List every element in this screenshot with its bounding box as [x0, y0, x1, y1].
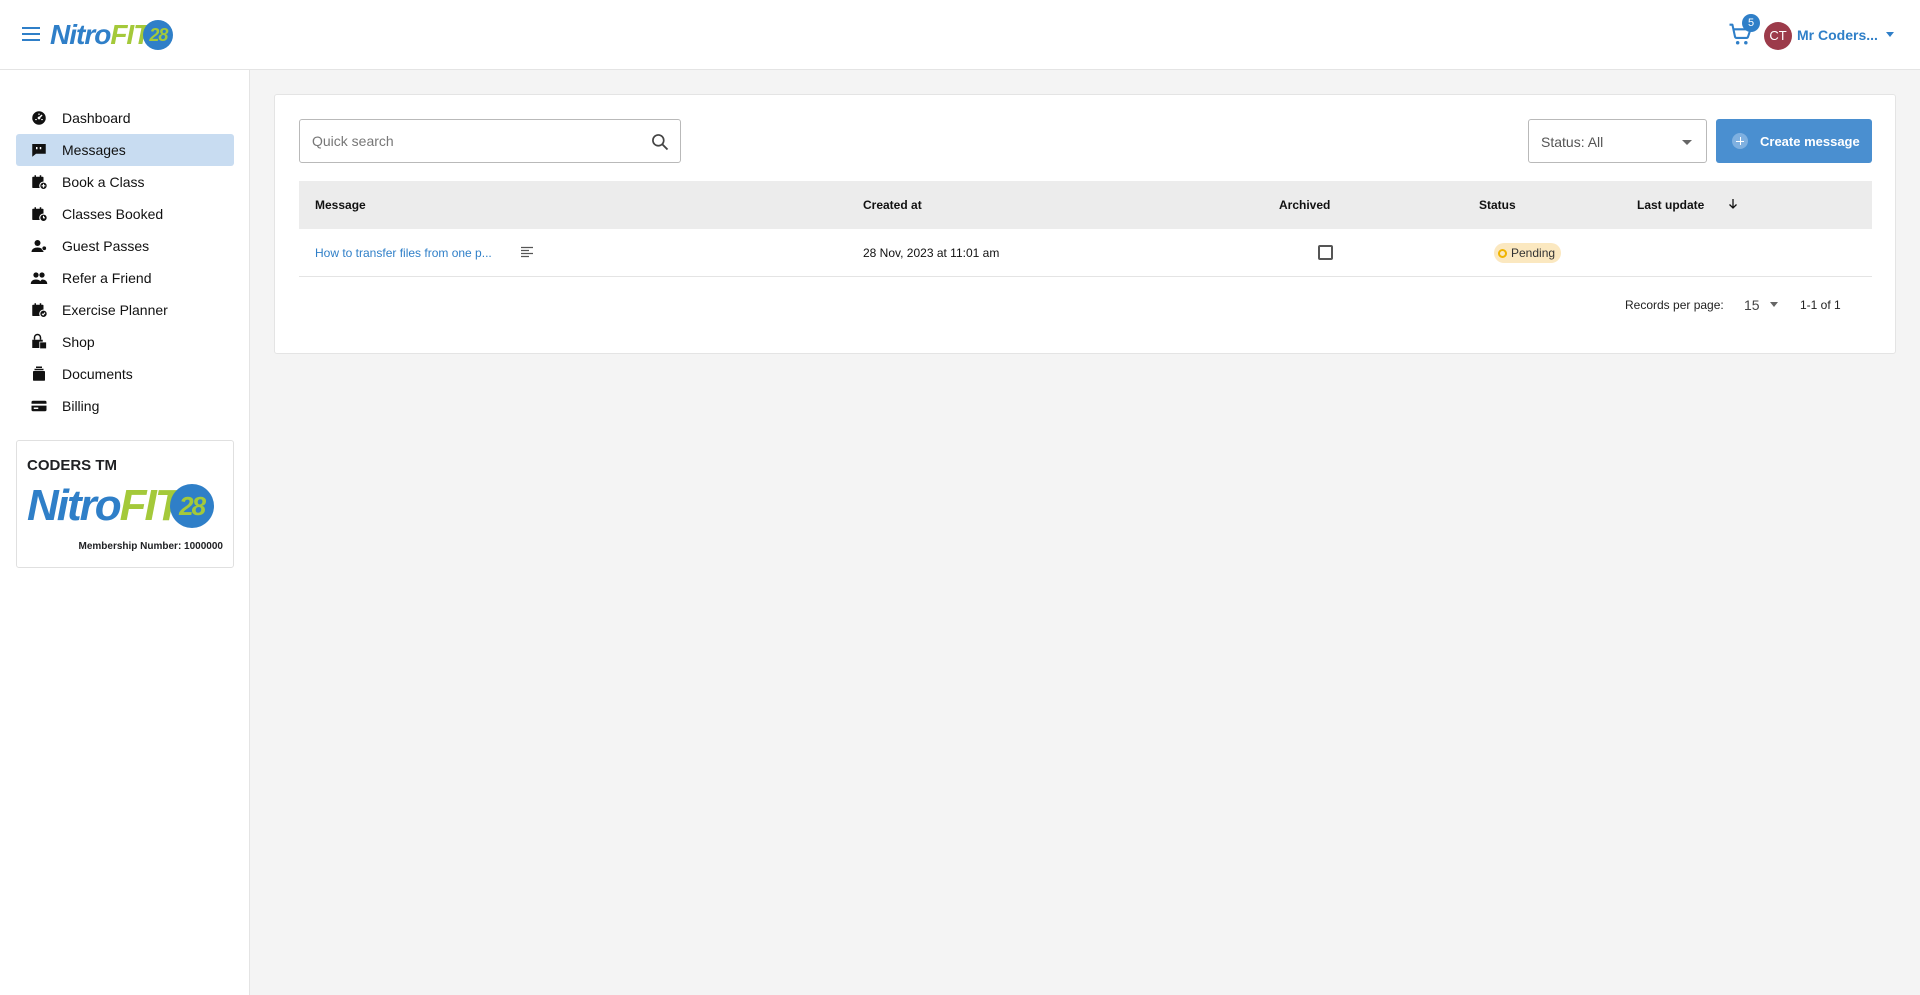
status-badge-label: Pending [1511, 246, 1556, 260]
user-menu-name[interactable]: Mr Coders... [1797, 27, 1878, 43]
sidebar: Dashboard Messages Book a Class Classes … [0, 70, 250, 995]
records-per-page-select[interactable]: 15 [1738, 291, 1782, 317]
sidebar-item-refer-a-friend[interactable]: Refer a Friend [16, 262, 234, 294]
menu-icon[interactable] [20, 24, 42, 46]
sidebar-item-label: Book a Class [62, 174, 145, 190]
sidebar-item-exercise-planner[interactable]: Exercise Planner [16, 294, 234, 326]
column-header-status[interactable]: Status [1479, 198, 1516, 212]
credit-card-icon [31, 400, 47, 412]
status-filter-value: Status: All [1541, 134, 1604, 150]
message-subject-link[interactable]: How to transfer files from one p... [315, 246, 492, 260]
calendar-plan-icon [32, 303, 48, 319]
search-box [299, 119, 681, 163]
logo-number: 28 [169, 484, 214, 528]
pagination-range: 1-1 of 1 [1800, 298, 1841, 312]
plus-circle-icon [1732, 133, 1748, 149]
column-header-archived[interactable]: Archived [1279, 198, 1330, 212]
sidebar-item-messages[interactable]: Messages [16, 134, 234, 166]
logo-number: 28 [143, 20, 174, 50]
sidebar-item-label: Billing [62, 398, 100, 414]
table-row[interactable]: How to transfer files from one p... 28 N… [299, 229, 1872, 277]
chevron-down-icon [1682, 140, 1692, 145]
archived-checkbox[interactable] [1318, 245, 1333, 260]
dashboard-icon [32, 111, 46, 125]
status-badge: Pending [1494, 243, 1562, 263]
sidebar-nav: Dashboard Messages Book a Class Classes … [16, 102, 234, 422]
documents-icon [33, 366, 45, 381]
sidebar-item-label: Classes Booked [62, 206, 164, 222]
sidebar-item-label: Dashboard [62, 110, 131, 126]
sidebar-item-shop[interactable]: Shop [16, 326, 234, 358]
people-icon [30, 272, 48, 284]
search-input[interactable] [300, 120, 640, 162]
member-name: CODERS TM [27, 457, 117, 474]
sidebar-item-documents[interactable]: Documents [16, 358, 234, 390]
avatar[interactable]: CT [1764, 22, 1792, 50]
records-per-page-value: 15 [1744, 297, 1760, 313]
sidebar-item-label: Documents [62, 366, 133, 382]
person-icon [31, 240, 47, 252]
sidebar-item-book-a-class[interactable]: Book a Class [16, 166, 234, 198]
records-per-page-label: Records per page: [1625, 298, 1724, 312]
column-header-last-update[interactable]: Last update [1637, 198, 1704, 212]
sidebar-item-guest-passes[interactable]: Guest Passes [16, 230, 234, 262]
membership-card: CODERS TM Nitro FIT 28 Membership Number: … [16, 440, 234, 568]
membership-logo: Nitro FIT 28 [27, 481, 214, 531]
top-bar: Nitro FIT 28 5 CT Mr Coders... [0, 0, 1920, 70]
create-message-button[interactable]: Create message [1716, 119, 1872, 163]
sidebar-item-label: Exercise Planner [62, 302, 168, 318]
create-message-label: Create message [1760, 133, 1860, 149]
created-at-value: 28 Nov, 2023 at 11:01 am [863, 246, 1000, 260]
message-icon [32, 144, 46, 157]
chevron-down-icon[interactable] [1886, 32, 1894, 37]
chevron-down-icon [1770, 302, 1778, 307]
sidebar-item-label: Shop [62, 334, 95, 350]
pending-dot-icon [1498, 248, 1507, 258]
sidebar-item-billing[interactable]: Billing [16, 390, 234, 422]
column-header-created-at[interactable]: Created at [863, 198, 922, 212]
logo-text-nitro: Nitro [27, 481, 122, 530]
sidebar-item-dashboard[interactable]: Dashboard [16, 102, 234, 134]
calendar-clock-icon [32, 207, 48, 223]
sidebar-item-label: Messages [62, 142, 126, 158]
cart-count-badge: 5 [1742, 14, 1760, 32]
text-lines-icon[interactable] [520, 245, 534, 259]
app-logo[interactable]: Nitro FIT 28 [50, 18, 174, 52]
status-filter-select[interactable]: Status: All [1528, 119, 1707, 163]
search-icon[interactable] [650, 132, 670, 152]
sidebar-item-label: Guest Passes [62, 238, 150, 254]
calendar-add-icon [32, 175, 48, 191]
column-header-message[interactable]: Message [315, 198, 366, 212]
sidebar-item-label: Refer a Friend [62, 270, 152, 286]
table-header: Message Created at Archived Status Last … [299, 181, 1872, 229]
arrow-down-icon[interactable] [1727, 198, 1739, 210]
logo-text-nitro: Nitro [50, 19, 111, 50]
membership-number: Membership Number: 1000000 [78, 541, 223, 552]
shop-icon [32, 333, 47, 350]
messages-panel: Status: All Create message Message Creat… [274, 94, 1896, 354]
sidebar-item-classes-booked[interactable]: Classes Booked [16, 198, 234, 230]
